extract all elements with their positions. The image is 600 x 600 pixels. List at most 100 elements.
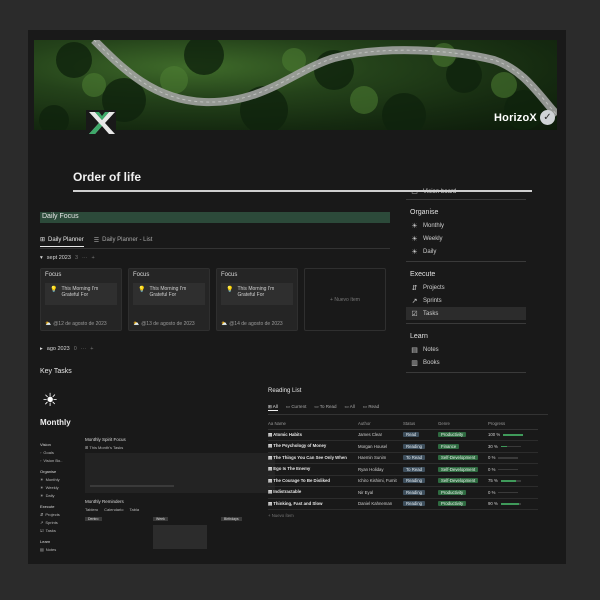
table-row[interactable]: ▤ Ego Is The Enemy Ryan Holiday To Read Sel… xyxy=(268,463,538,476)
monthly-mini-nav: Vision ◦ Goals ◦ Vision Bo.. Organise ☀ … xyxy=(40,437,80,553)
sidebar-item-projects[interactable]: ⇵ Projects xyxy=(406,281,526,294)
book-author: Ichiro Kishimi, Fumit xyxy=(358,475,403,487)
group-label: sept 2023 xyxy=(46,255,71,261)
tab-to-read[interactable]: ▭ To Read xyxy=(314,404,336,411)
book-name[interactable]: ▤ Indistractable xyxy=(268,486,358,499)
book-name[interactable]: ▤ The Psychology of Money xyxy=(268,440,358,453)
column-tag: Dentro xyxy=(85,517,102,521)
book-name[interactable]: ▤ The Courage To Be Disliked xyxy=(268,475,358,487)
status-badge: Reading xyxy=(403,489,426,495)
mini-nav-item: ☑ Tasks xyxy=(40,527,56,533)
table-row[interactable]: ▤ The Psychology of Money Morgan Housel Re… xyxy=(268,440,538,453)
tab-all-2[interactable]: ▭ All xyxy=(345,404,355,411)
lightbulb-icon: 💡 xyxy=(50,287,58,293)
book-name[interactable]: ▤ Thinking, Fast and Slow xyxy=(268,498,358,510)
sidebar-item-label: Daily xyxy=(423,248,437,255)
table-row[interactable]: ▤ Atomic Habits James Clear Read Productivi… xyxy=(268,429,538,441)
sidebar-item-books[interactable]: ▥ Books xyxy=(406,356,526,369)
focus-card[interactable]: Focus 💡 This Morning I'm Grateful For ⛅ @1… xyxy=(128,268,210,331)
book-author: Ryan Holiday xyxy=(358,463,403,476)
tab-all[interactable]: ⊞ All xyxy=(268,404,278,411)
sun-icon: ☀ xyxy=(411,248,418,256)
col-status: Status xyxy=(403,418,438,430)
col-progress: Progress xyxy=(488,418,538,430)
new-row-button[interactable]: + Nuevo ítem xyxy=(268,513,548,518)
tab-daily-planner-list[interactable]: ☰ Daily Planner - List xyxy=(94,236,153,247)
key-tasks-heading: Key Tasks xyxy=(40,368,72,375)
sidebar-item-label: Projects xyxy=(423,284,445,291)
book-status: Reading xyxy=(403,440,438,453)
date-text: @13 de agosto de 2023 xyxy=(141,321,195,327)
tab-tabla[interactable]: Tabla xyxy=(129,507,139,512)
book-genre: Self-Development xyxy=(438,452,488,464)
callout-text: This Morning I'm Grateful For xyxy=(237,286,275,298)
board-column: Dentro xyxy=(85,516,139,549)
reminders-label: Monthly Reminders xyxy=(85,499,124,504)
sidebar-item-vision-board[interactable]: ▭ Vision board xyxy=(406,187,526,196)
progress-text: 0 % xyxy=(488,489,496,495)
book-progress: 100 % xyxy=(488,429,538,441)
book-progress: 30 % xyxy=(488,440,538,453)
tab-tablero[interactable]: Tablero xyxy=(85,507,98,512)
sidebar-nav: ▭ Vision board Organise ☀ Monthly ☀ Weekly… xyxy=(406,187,526,373)
sidebar-item-monthly[interactable]: ☀ Monthly xyxy=(406,219,526,232)
book-name[interactable]: ▤ The Things You Can See Only When xyxy=(268,452,358,464)
sidebar-item-label: Sprints xyxy=(423,297,442,304)
sidebar-heading: Execute xyxy=(410,270,436,278)
date-text: @14 de agosto de 2023 xyxy=(229,321,283,327)
table-row[interactable]: ▤ The Things You Can See Only When Haemin… xyxy=(268,452,538,464)
monthly-preview[interactable]: ☀ Monthly Vision ◦ Goals ◦ Vision Bo.. O… xyxy=(40,385,275,563)
column-tag: Birthdays xyxy=(221,517,242,521)
book-author: James Clear xyxy=(358,429,403,441)
genre-badge: Self-Development xyxy=(438,466,479,472)
sidebar-item-label: Vision board xyxy=(423,188,457,195)
progress-bar xyxy=(90,485,174,487)
book-name[interactable]: ▤ Ego Is The Enemy xyxy=(268,463,358,476)
list-icon: ☰ xyxy=(93,237,100,244)
monthly-title: Monthly xyxy=(40,418,71,427)
focus-card[interactable]: Focus 💡 This Morning I'm Grateful For ⛅ @1… xyxy=(216,268,298,331)
tab-read[interactable]: ▭ Read xyxy=(363,404,379,411)
focus-card[interactable]: Focus 💡 This Morning I'm Grateful For ⛅ @1… xyxy=(40,268,122,331)
book-author: Nir Eyal xyxy=(358,486,403,499)
mini-nav-item: ⇵ Projects xyxy=(40,511,60,517)
book-name[interactable]: ▤ Atomic Habits xyxy=(268,429,358,441)
tab-daily-planner[interactable]: ⊞ Daily Planner xyxy=(40,236,84,247)
more-icon[interactable]: ··· xyxy=(81,346,87,352)
board-icon: ⊞ xyxy=(40,237,46,243)
page-frame: HorizoX ✓ Order of life ▭ Vision board O… xyxy=(28,30,566,564)
table-row[interactable]: ▤ Thinking, Fast and Slow Daniel Kahneman… xyxy=(268,498,538,510)
card-date: ⛅ @14 de agosto de 2023 xyxy=(221,321,283,327)
tab-calendario[interactable]: Calendario xyxy=(104,507,123,512)
sidebar-item-notes[interactable]: ▤ Notes xyxy=(406,343,526,356)
mini-nav-item: ◦ Goals xyxy=(40,449,54,455)
group-count: 3 xyxy=(74,255,78,261)
new-item-button[interactable]: + Nuevo ítem xyxy=(304,268,386,331)
book-status: Reading xyxy=(403,486,438,499)
mini-nav-heading: Organise xyxy=(40,468,57,474)
group-header-ago[interactable]: ▸ ago 2023 0 ··· + xyxy=(40,346,94,352)
tab-current[interactable]: ▭ Current xyxy=(286,404,307,411)
sidebar-item-tasks[interactable]: ☑ Tasks xyxy=(406,307,526,320)
status-badge: To Read xyxy=(403,466,426,472)
add-icon[interactable]: + xyxy=(90,346,93,352)
spirit-focus-label: Monthly Spirit Focus xyxy=(85,437,126,442)
table-row[interactable]: ▤ The Courage To Be Disliked Ichiro Kishi… xyxy=(268,475,538,487)
status-badge: Read xyxy=(403,432,420,438)
group-header-sept[interactable]: ▾ sept 2023 3 ··· + xyxy=(40,255,95,261)
more-icon[interactable]: ··· xyxy=(82,255,88,261)
add-icon[interactable]: + xyxy=(92,255,95,261)
sidebar-item-weekly[interactable]: ☀ Weekly xyxy=(406,232,526,245)
callout: 💡 This Morning I'm Grateful For xyxy=(45,283,117,305)
book-icon: ▥ xyxy=(411,359,418,367)
tab-label: Daily Planner xyxy=(48,236,84,243)
book-progress: 0 % xyxy=(488,463,538,476)
divider xyxy=(406,199,526,200)
reading-list-title: Reading List xyxy=(268,388,302,394)
sidebar-item-daily[interactable]: ☀ Daily xyxy=(406,245,526,258)
sidebar-item-sprints[interactable]: ↗ Sprints xyxy=(406,294,526,307)
table-row[interactable]: ▤ Indistractable Nir Eyal Reading Productiv… xyxy=(268,486,538,499)
genre-badge: Self-Development xyxy=(438,478,479,484)
weather-icon: ⛅ xyxy=(221,321,228,327)
progress-bar xyxy=(500,480,521,482)
